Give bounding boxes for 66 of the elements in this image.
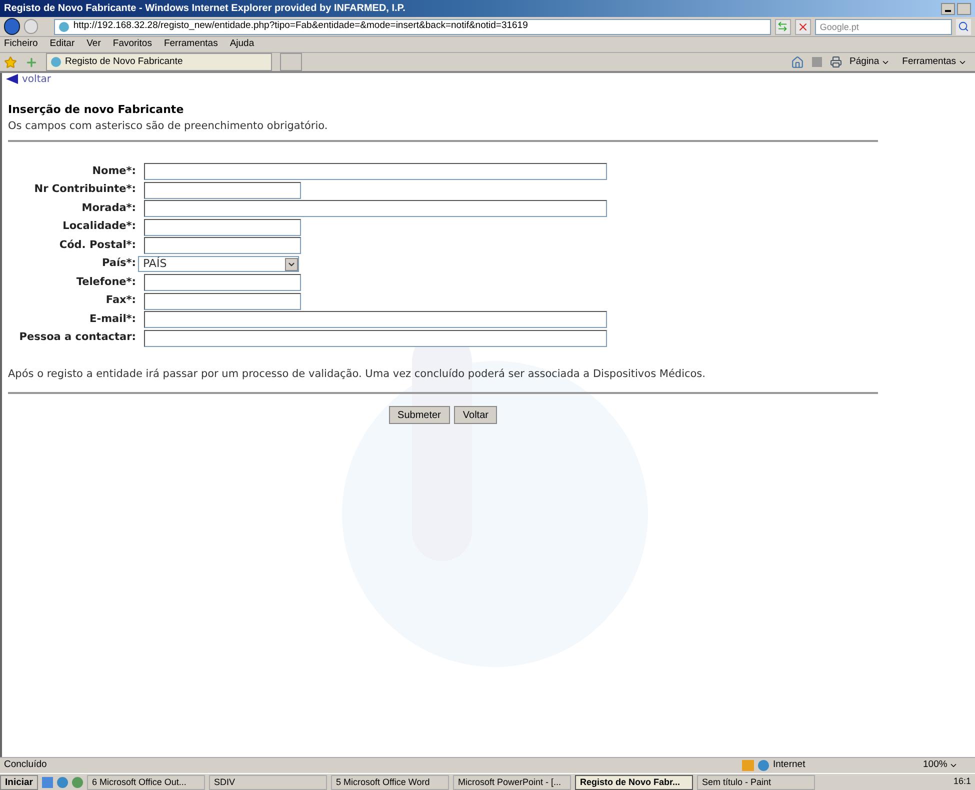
form-button[interactable]: Voltar — [454, 406, 498, 424]
printer-icon[interactable] — [830, 56, 842, 68]
field-label: Nome*: — [91, 164, 137, 179]
search-field[interactable]: Google.pt — [814, 18, 952, 34]
command-menu[interactable]: Página — [850, 54, 890, 70]
taskbar-button[interactable]: SDIV — [209, 774, 327, 790]
search-icon — [958, 21, 969, 32]
text-input-field[interactable] — [144, 182, 301, 198]
favorites-star-icon[interactable] — [4, 56, 17, 68]
field-label: E-mail*: — [88, 312, 137, 327]
status-text: Concluído — [4, 758, 47, 772]
menu-item[interactable]: Favoritos — [112, 37, 152, 52]
back-button[interactable] — [4, 18, 20, 35]
site-icon — [59, 22, 70, 32]
taskbar-button[interactable]: Registo de Novo Fabr... — [575, 774, 693, 790]
text-input-field[interactable] — [144, 200, 607, 217]
caret-icon — [949, 761, 958, 770]
back-arrow-icon[interactable] — [6, 74, 18, 84]
field-label: Morada*: — [80, 200, 137, 216]
text-input-field[interactable] — [144, 274, 301, 291]
home-icon[interactable] — [790, 56, 804, 68]
taskbar-button[interactable]: Microsoft PowerPoint - [... — [453, 774, 571, 790]
minimize-button[interactable] — [941, 2, 955, 14]
page-heading: Inserção de novo Fabricante — [8, 102, 185, 118]
browser-tab[interactable]: Registo de Novo Fabricante — [46, 53, 272, 71]
globe-icon — [758, 760, 769, 771]
zoom-control[interactable]: 100% — [923, 758, 971, 773]
field-label: Localidade*: — [62, 219, 137, 234]
text-input-field[interactable] — [144, 292, 301, 310]
form-button[interactable]: Submeter — [388, 406, 450, 424]
text-input-field[interactable] — [144, 237, 301, 254]
country-dropdown[interactable]: PAÍS — [138, 256, 299, 272]
validation-note: Após o registo a entidade irá passar por um processo de validação. Uma vez concluído poderá ser associada a Dispositivos Médicos. — [8, 367, 706, 382]
taskbar-button[interactable]: Sem título - Paint — [697, 774, 815, 790]
field-label: Pessoa a contactar: — [18, 330, 137, 346]
site-icon — [51, 57, 61, 67]
text-input-field[interactable] — [144, 311, 607, 328]
taskbar-button[interactable]: 5 Microsoft Office Word — [331, 774, 449, 790]
close-icon — [796, 20, 809, 32]
stop-button[interactable] — [794, 18, 811, 34]
text-input-field[interactable] — [144, 163, 607, 180]
field-label: Telefone*: — [75, 274, 137, 290]
address-field[interactable]: http://192.168.32.28/registo_new/entidade.php?tipo=Fab&entidade=&mode=insert&back=notif&notid=31619 — [54, 18, 771, 34]
taskbar-button[interactable]: 6 Microsoft Office Out... — [87, 774, 205, 790]
command-menu[interactable]: Ferramentas — [902, 54, 967, 70]
url-text: http://192.168.32.28/registo_new/entidade.php?tipo=Fab&entidade=&mode=insert&back=notif&notid=31619 — [73, 19, 528, 34]
field-label: Fax*: — [104, 293, 137, 308]
arrows-icon — [777, 21, 788, 32]
menu-item[interactable]: Ver — [86, 37, 101, 52]
menu-item[interactable]: Ferramentas — [164, 37, 218, 52]
window-title: Registo de Novo Fabricante - Windows Internet Explorer provided by INFARMED, I.P. — [4, 2, 406, 16]
back-link[interactable]: voltar — [22, 73, 51, 86]
field-label: País*: — [100, 256, 137, 272]
start-button[interactable]: Iniciar — [0, 774, 38, 790]
zone-text: Internet — [773, 758, 806, 772]
taskbar-clock: 16:1 — [953, 775, 971, 788]
search-button[interactable] — [956, 18, 971, 34]
field-label: Nr Contribuinte*: — [33, 182, 137, 198]
menu-item[interactable]: Ajuda — [230, 37, 254, 52]
text-input-field[interactable] — [144, 330, 607, 346]
menu-item[interactable]: Ficheiro — [4, 37, 38, 52]
tab-label: Registo de Novo Fabricante — [65, 54, 183, 69]
menu-item[interactable]: Editar — [50, 37, 75, 52]
field-label: Cód. Postal*: — [58, 238, 137, 253]
page-subheading: Os campos com asterisco são de preenchimento obrigatório. — [8, 118, 329, 134]
text-input-field[interactable] — [144, 218, 301, 236]
